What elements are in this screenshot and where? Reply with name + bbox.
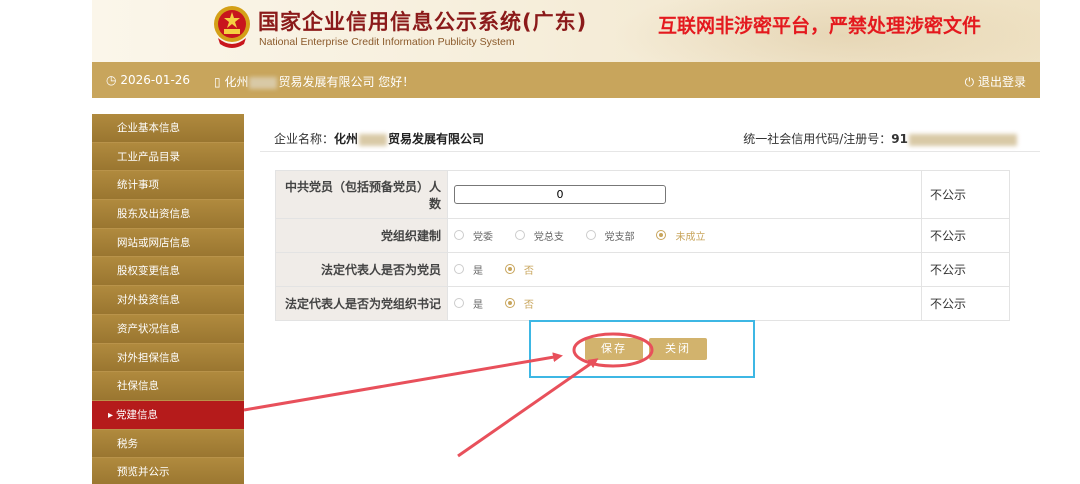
company-info-bar: 企业名称：化州 贸易发展有限公司 统一社会信用代码/注册号：91 — [260, 116, 1040, 152]
radio-selected-icon — [504, 264, 515, 275]
radio-no[interactable]: 否 — [504, 262, 534, 277]
radio-party-branch[interactable]: 党支部 — [585, 228, 635, 243]
sidebar-item-basic-info[interactable]: 企业基本信息 — [92, 114, 244, 143]
sidebar-item-party-building[interactable]: 党建信息 — [92, 400, 244, 430]
sidebar-item-statistics[interactable]: 统计事项 — [92, 171, 244, 201]
redacted-name — [359, 133, 388, 146]
table-row: 法定代表人是否为党组织书记 是 否 不公示 — [275, 286, 1010, 321]
company-name: 企业名称：化州 贸易发展有限公司 — [274, 130, 484, 147]
welcome-message: ▯ 化州 贸易发展有限公司 您好！ — [214, 73, 414, 90]
radio-no[interactable]: 否 — [504, 296, 534, 311]
redacted-code — [909, 133, 1017, 146]
welcome-suffix: 贸易发展有限公司 您好！ — [278, 75, 415, 89]
welcome-prefix: 化州 — [224, 75, 249, 89]
party-members-input[interactable] — [454, 185, 666, 204]
radio-selected-icon — [656, 230, 667, 241]
company-name-suffix: 贸易发展有限公司 — [388, 132, 485, 146]
radio-icon — [585, 230, 596, 241]
site-title-cn: 国家企业信用信息公示系统(广东) — [258, 10, 588, 34]
radio-selected-icon — [504, 298, 515, 309]
site-title-en: National Enterprise Credit Information P… — [259, 36, 515, 48]
sidebar-item-social-security[interactable]: 社保信息 — [92, 372, 244, 401]
publicity-status: 不公示 — [921, 286, 1010, 321]
radio-party-committee[interactable]: 党委 — [454, 228, 493, 243]
logout-label: 退出登录 — [977, 75, 1026, 89]
party-building-form: 中共党员（包括预备党员）人数 不公示 党组织建制 党委 党总支 党支部 未成立 … — [275, 170, 1010, 321]
radio-yes[interactable]: 是 — [454, 296, 483, 311]
party-members-label: 中共党员（包括预备党员）人数 — [275, 170, 448, 219]
publicity-status: 不公示 — [921, 218, 1010, 253]
credit-code-prefix: 91 — [891, 132, 908, 146]
radio-not-established[interactable]: 未成立 — [656, 228, 705, 243]
legal-rep-secretary-label: 法定代表人是否为党组织书记 — [275, 286, 448, 321]
close-button[interactable]: 关闭 — [649, 338, 707, 360]
sidebar-item-investment[interactable]: 对外投资信息 — [92, 286, 244, 315]
publicity-status: 不公示 — [921, 252, 1010, 287]
legal-rep-member-label: 法定代表人是否为党员 — [275, 252, 448, 287]
date-display: ◷ 2026-01-26 — [106, 73, 190, 87]
radio-general-branch[interactable]: 党总支 — [514, 228, 564, 243]
power-icon: ⏻ — [964, 75, 975, 89]
radio-icon — [514, 230, 525, 241]
sidebar-item-tax[interactable]: 税务 — [92, 429, 244, 459]
legal-rep-member-options: 是 否 — [447, 252, 922, 287]
national-emblem-icon — [214, 6, 250, 48]
party-org-label: 党组织建制 — [275, 218, 448, 253]
redacted-text — [249, 76, 278, 89]
sidebar-item-website[interactable]: 网站或网店信息 — [92, 228, 244, 258]
party-org-options: 党委 党总支 党支部 未成立 — [447, 218, 922, 253]
sidebar-item-equity-change[interactable]: 股权变更信息 — [92, 257, 244, 287]
company-name-prefix: 化州 — [334, 132, 359, 146]
credit-code: 统一社会信用代码/注册号：91 — [743, 130, 1018, 147]
table-row: 法定代表人是否为党员 是 否 不公示 — [275, 252, 1010, 287]
site-header: 国家企业信用信息公示系统(广东) National Enterprise Cre… — [92, 0, 1040, 62]
credit-code-label: 统一社会信用代码/注册号： — [743, 132, 892, 146]
sidebar-item-guarantee[interactable]: 对外担保信息 — [92, 343, 244, 373]
main-panel: 企业名称：化州 贸易发展有限公司 统一社会信用代码/注册号：91 中共党员（包括预… — [260, 116, 1040, 484]
company-name-label: 企业名称： — [274, 132, 335, 146]
table-row: 中共党员（包括预备党员）人数 不公示 — [275, 170, 1010, 219]
radio-yes[interactable]: 是 — [454, 262, 483, 277]
user-bar: ◷ 2026-01-26 ▯ 化州 贸易发展有限公司 您好！ ⏻ 退出登录 — [92, 62, 1040, 98]
sidebar-item-shareholders[interactable]: 股东及出资信息 — [92, 200, 244, 229]
table-row: 党组织建制 党委 党总支 党支部 未成立 不公示 — [275, 218, 1010, 253]
legal-rep-secretary-options: 是 否 — [447, 286, 922, 321]
sidebar-item-assets[interactable]: 资产状况信息 — [92, 314, 244, 344]
date-text: 2026-01-26 — [120, 73, 191, 87]
publicity-status: 不公示 — [921, 170, 1010, 219]
user-icon: ▯ — [214, 75, 221, 89]
logout-button[interactable]: ⏻ 退出登录 — [965, 73, 1026, 90]
party-members-cell — [447, 170, 922, 219]
sidebar-item-industrial-products[interactable]: 工业产品目录 — [92, 142, 244, 172]
sidebar-nav: 企业基本信息 工业产品目录 统计事项 股东及出资信息 网站或网店信息 股权变更信… — [92, 114, 244, 484]
radio-icon — [454, 298, 464, 309]
clock-icon: ◷ — [106, 73, 117, 87]
save-button[interactable]: 保存 — [585, 338, 643, 360]
sidebar-item-preview-publish[interactable]: 预览并公示 — [92, 458, 244, 484]
radio-icon — [454, 230, 464, 241]
radio-icon — [454, 264, 464, 275]
security-warning: 互联网非涉密平台，严禁处理涉密文件 — [658, 15, 982, 37]
